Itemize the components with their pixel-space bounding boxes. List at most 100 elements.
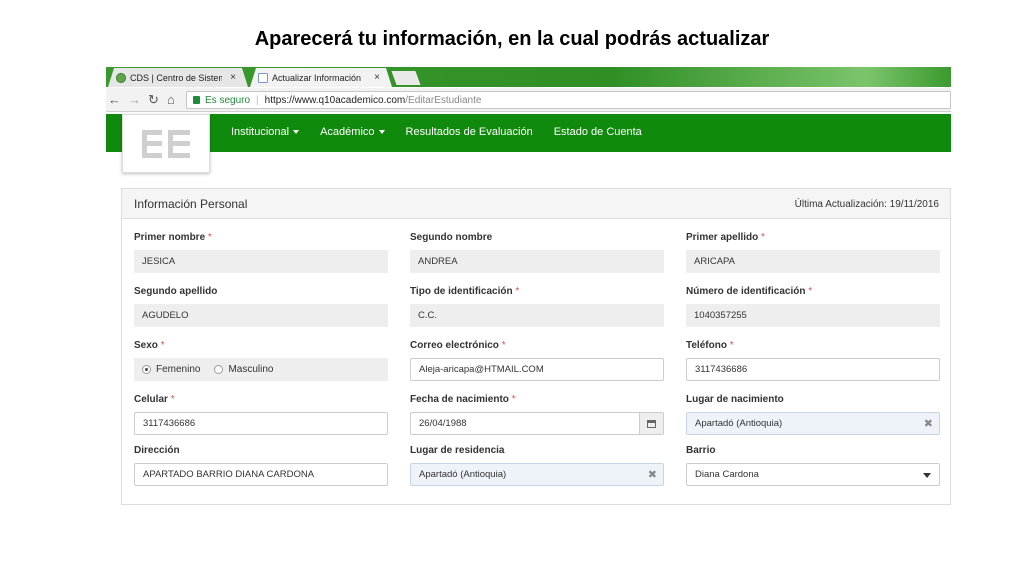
field-label: Segundo nombre: [410, 232, 493, 243]
field-correo: Correo electrónico * Aleja-aricapa@HTMAI…: [410, 340, 664, 381]
tab-close-icon[interactable]: ×: [230, 72, 236, 83]
dropdown-caret-icon: [923, 473, 931, 478]
lock-icon: [193, 96, 200, 104]
calendar-icon: [647, 419, 656, 428]
field-segundo-apellido: Segundo apellido AGUDELO: [134, 286, 388, 327]
panel-header: Información Personal Última Actualizació…: [122, 189, 950, 219]
field-label: Primer apellido: [686, 232, 759, 243]
field-segundo-nombre: Segundo nombre ANDREA: [410, 232, 664, 273]
lugar-nacimiento-value: Apartadó (Antioquia): [695, 418, 783, 429]
new-tab-button[interactable]: [391, 71, 421, 85]
field-label: Sexo: [134, 340, 158, 351]
last-update-text: Última Actualización: 19/11/2016: [794, 199, 939, 210]
celular-input[interactable]: 3117436686: [134, 412, 388, 435]
primer-nombre-value: JESICA: [134, 250, 388, 273]
fecha-nacimiento-input[interactable]: 26/04/1988: [410, 412, 664, 435]
required-mark: *: [515, 286, 520, 297]
browser-tab-cds[interactable]: CDS | Centro de Sistema ×: [108, 68, 248, 87]
primer-apellido-value: ARICAPA: [686, 250, 940, 273]
fecha-nacimiento-value: 26/04/1988: [419, 418, 467, 429]
field-celular: Celular * 3117436686: [134, 394, 388, 435]
radio-masculino[interactable]: [214, 365, 224, 374]
field-telefono: Teléfono * 3117436686: [686, 340, 940, 381]
secure-label: Es seguro: [205, 94, 251, 106]
back-arrow-icon[interactable]: ←: [108, 92, 121, 107]
field-label: Lugar de nacimiento: [686, 394, 784, 405]
reload-icon[interactable]: ↻: [148, 92, 159, 108]
field-numero-identificacion: Número de identificación * 1040357255: [686, 286, 940, 327]
calendar-button[interactable]: [639, 413, 663, 434]
correo-input[interactable]: Aleja-aricapa@HTMAIL.COM: [410, 358, 664, 381]
url-separator: |: [256, 94, 259, 106]
url-field[interactable]: Es seguro | https://www.q10academico.com…: [186, 91, 951, 109]
required-mark: *: [170, 394, 175, 405]
required-mark: *: [160, 340, 165, 351]
tab-label: CDS | Centro de Sistema: [130, 72, 222, 83]
forward-arrow-icon[interactable]: →: [128, 92, 141, 107]
required-mark: *: [761, 232, 765, 243]
main-menu: Institucional Académico Resultados de Ev…: [231, 126, 663, 138]
slide-title: Aparecerá tu información, en la cual pod…: [254, 28, 770, 50]
slide: Aparecerá tu información, en la cual pod…: [0, 0, 1024, 576]
radio-label-femenino[interactable]: Femenino: [156, 364, 200, 375]
field-label: Teléfono: [686, 340, 727, 351]
caret-down-icon: [378, 130, 385, 135]
direccion-input[interactable]: APARTADO BARRIO DIANA CARDONA: [134, 463, 388, 486]
field-label: Lugar de residencia: [410, 445, 505, 456]
field-label: Número de identificación: [686, 286, 806, 297]
required-mark: *: [207, 232, 212, 243]
browser-address-bar: ← → ↻ ⌂ Es seguro | https://www.q10acade…: [106, 88, 951, 112]
field-label: Tipo de identificación: [410, 286, 513, 297]
url-path: /EditarEstudiante: [405, 94, 482, 106]
radio-femenino[interactable]: [142, 365, 151, 374]
site-favicon-icon: [116, 73, 126, 83]
field-label: Barrio: [686, 445, 716, 456]
url-host: https://www.q10academico.com: [264, 94, 406, 106]
field-lugar-residencia: Lugar de residencia Apartadó (Antioquia)…: [410, 445, 664, 486]
caret-down-icon: [293, 130, 300, 135]
menu-item-estado-cuenta[interactable]: Estado de Cuenta: [554, 126, 642, 138]
field-sexo: Sexo * Femenino Masculino: [134, 340, 388, 381]
field-label: Primer nombre: [134, 232, 206, 243]
home-icon[interactable]: ⌂: [167, 92, 175, 107]
required-mark: *: [729, 340, 734, 351]
required-mark: *: [808, 286, 813, 297]
field-label: Dirección: [134, 445, 180, 456]
tipo-identificacion-value: C.C.: [410, 304, 664, 327]
field-label: Fecha de nacimiento: [410, 394, 509, 405]
numero-identificacion-value: 1040357255: [686, 304, 940, 327]
barrio-select[interactable]: Diana Cardona: [686, 463, 940, 486]
radio-label-masculino[interactable]: Masculino: [228, 364, 273, 375]
field-label: Celular: [134, 394, 168, 405]
field-primer-nombre: Primer nombre * JESICA: [134, 232, 388, 273]
segundo-nombre-value: ANDREA: [410, 250, 664, 273]
sexo-radio-group: Femenino Masculino: [134, 358, 388, 381]
clear-x-icon[interactable]: ✖: [648, 468, 657, 481]
tab-close-icon[interactable]: ×: [374, 72, 380, 83]
required-mark: *: [511, 394, 516, 405]
browser-tab-bar: CDS | Centro de Sistema × Actualizar Inf…: [106, 67, 951, 87]
browser-tab-actualizar[interactable]: Actualizar Información ×: [250, 68, 392, 87]
menu-item-institucional[interactable]: Institucional: [231, 126, 300, 138]
lugar-nacimiento-select[interactable]: Apartadó (Antioquia) ✖: [686, 412, 940, 435]
field-label: Segundo apellido: [134, 286, 218, 297]
page-favicon-icon: [258, 73, 268, 83]
menu-item-academico[interactable]: Académico: [320, 126, 385, 138]
lugar-residencia-value: Apartadó (Antioquia): [419, 469, 507, 480]
logo-mark-icon: [142, 129, 190, 158]
lugar-residencia-select[interactable]: Apartadó (Antioquia) ✖: [410, 463, 664, 486]
field-barrio: Barrio Diana Cardona: [686, 445, 940, 486]
clear-x-icon[interactable]: ✖: [924, 417, 933, 430]
personal-info-panel: Información Personal Última Actualizació…: [121, 188, 951, 505]
segundo-apellido-value: AGUDELO: [134, 304, 388, 327]
field-fecha-nacimiento: Fecha de nacimiento * 26/04/1988: [410, 394, 664, 435]
field-lugar-nacimiento: Lugar de nacimiento Apartadó (Antioquia)…: [686, 394, 940, 435]
field-label: Correo electrónico: [410, 340, 499, 351]
required-mark: *: [501, 340, 506, 351]
menu-item-resultados[interactable]: Resultados de Evaluación: [406, 126, 533, 138]
site-nav-bar: Institucional Académico Resultados de Ev…: [106, 114, 951, 173]
site-logo[interactable]: [122, 114, 210, 173]
field-direccion: Dirección APARTADO BARRIO DIANA CARDONA: [134, 445, 388, 486]
tab-label: Actualizar Información: [272, 72, 362, 83]
telefono-input[interactable]: 3117436686: [686, 358, 940, 381]
